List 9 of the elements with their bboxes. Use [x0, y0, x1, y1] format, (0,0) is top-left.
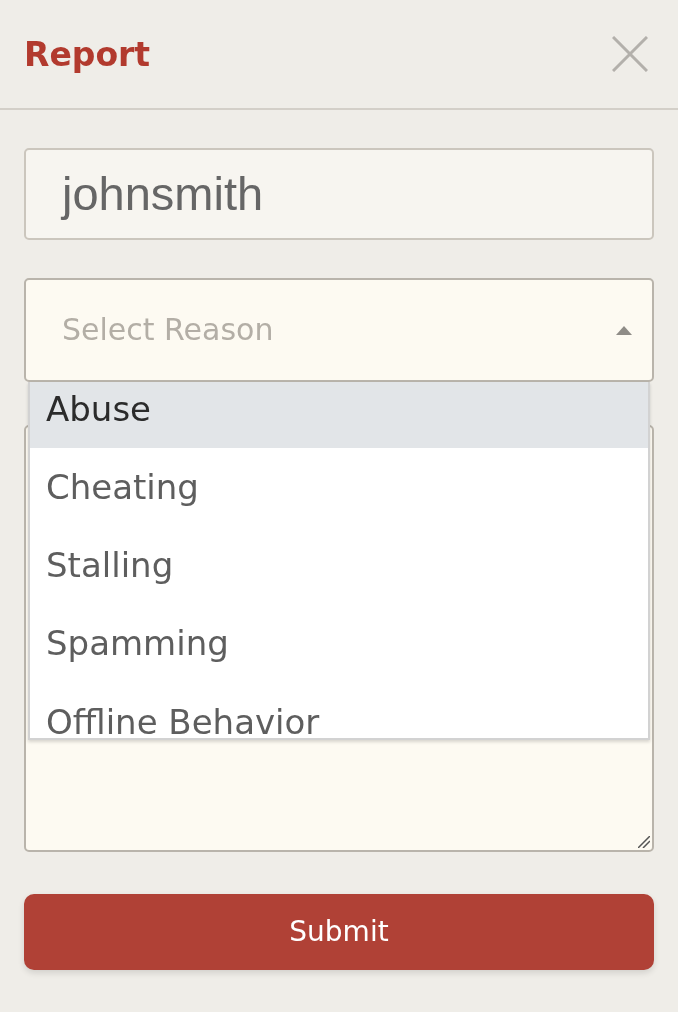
resize-handle-icon[interactable]: [638, 836, 650, 848]
dialog-title: Report: [24, 37, 151, 71]
reason-option[interactable]: Stalling: [30, 526, 648, 604]
submit-button[interactable]: Submit: [24, 894, 654, 970]
reason-option[interactable]: Abuse: [30, 382, 648, 448]
username-field[interactable]: johnsmith: [24, 148, 654, 240]
reason-option[interactable]: Cheating: [30, 448, 648, 526]
reason-option[interactable]: Spamming: [30, 604, 648, 682]
reason-option[interactable]: Offline Behavior: [30, 682, 648, 738]
